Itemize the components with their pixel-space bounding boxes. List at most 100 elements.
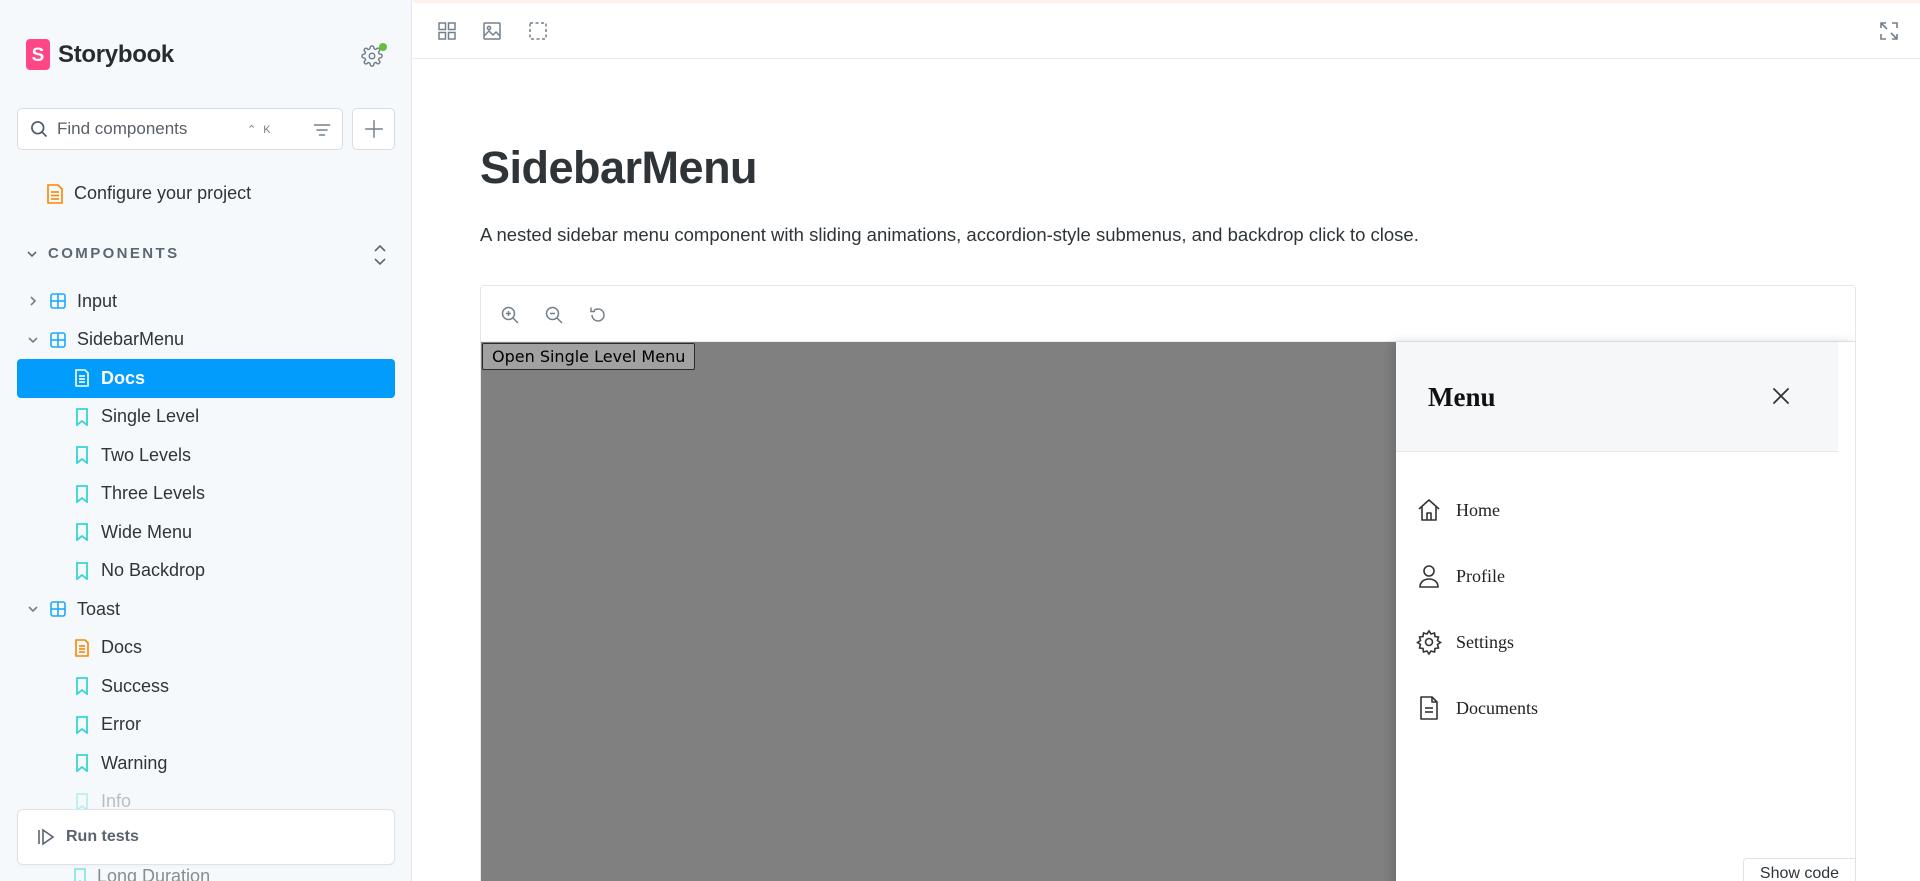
document-icon bbox=[75, 638, 89, 657]
configure-project-link[interactable]: Configure your project bbox=[46, 183, 251, 204]
tree-item-label: Docs bbox=[101, 367, 146, 388]
open-menu-button[interactable]: Open Single Level Menu bbox=[482, 343, 696, 370]
tree-item-label: SidebarMenu bbox=[77, 329, 185, 350]
tree-item-warning[interactable]: Warning bbox=[17, 744, 395, 783]
tree-item-docs[interactable]: Docs bbox=[17, 629, 395, 668]
tree-item-label: No Backdrop bbox=[101, 560, 206, 581]
tree-item-wide-menu[interactable]: Wide Menu bbox=[17, 513, 395, 552]
menu-item-settings[interactable]: Settings bbox=[1416, 622, 1816, 662]
configure-project-label: Configure your project bbox=[74, 183, 252, 203]
search-input[interactable] bbox=[57, 119, 247, 139]
sidebar: S Storybook ⌃ K Configure your project C… bbox=[0, 0, 412, 881]
component-icon bbox=[50, 293, 66, 310]
page-description: A nested sidebar menu component with sli… bbox=[480, 224, 1419, 245]
home-icon bbox=[1418, 499, 1440, 521]
tree-item-label: Input bbox=[77, 290, 118, 311]
story-preview: Open Single Level Menu Menu Home Profile bbox=[481, 342, 1855, 881]
chevron-down-icon bbox=[27, 250, 37, 257]
tree-item-docs[interactable]: Docs bbox=[17, 359, 395, 398]
search-box[interactable]: ⌃ K bbox=[17, 108, 343, 150]
sidebar-menu-panel: Menu Home Profile Settings Documents bbox=[1396, 342, 1855, 881]
storybook-logo-icon: S bbox=[26, 39, 50, 70]
tree-item-label: Long Duration bbox=[97, 866, 211, 881]
story-canvas: Open Single Level Menu Menu Home Profile bbox=[480, 285, 1856, 881]
chevron-right-icon bbox=[30, 296, 37, 306]
menu-title: Menu bbox=[1428, 382, 1496, 412]
user-icon bbox=[1419, 565, 1439, 588]
add-button[interactable] bbox=[352, 108, 395, 150]
tree-item-error[interactable]: Error bbox=[17, 706, 395, 745]
page-title: SidebarMenu bbox=[480, 142, 758, 193]
bookmark-icon bbox=[76, 523, 88, 542]
expand-collapse-icon[interactable] bbox=[370, 243, 390, 267]
document-icon bbox=[1420, 696, 1438, 720]
tree-item-toast[interactable]: Toast bbox=[17, 590, 395, 629]
tree-item-sidebarmenu[interactable]: SidebarMenu bbox=[17, 321, 395, 360]
components-section-header[interactable]: COMPONENTS bbox=[26, 244, 390, 266]
tree-item-label: Toast bbox=[77, 598, 121, 619]
menu-item-label: Documents bbox=[1456, 697, 1538, 718]
tree-item-label: Two Levels bbox=[101, 444, 192, 465]
filter-icon[interactable] bbox=[312, 120, 332, 140]
tree-item-single-level[interactable]: Single Level bbox=[17, 398, 395, 437]
measure-icon[interactable] bbox=[527, 20, 549, 42]
menu-item-profile[interactable]: Profile bbox=[1416, 556, 1816, 596]
menu-header: Menu bbox=[1396, 342, 1838, 452]
brand-name: Storybook bbox=[58, 40, 174, 68]
tree-item-no-backdrop[interactable]: No Backdrop bbox=[17, 552, 395, 591]
menu-item-label: Profile bbox=[1456, 565, 1505, 586]
tree-item-label: Wide Menu bbox=[101, 521, 193, 542]
tree-item-input[interactable]: Input bbox=[17, 282, 395, 321]
status-dot bbox=[379, 43, 387, 51]
settings-button[interactable] bbox=[358, 43, 388, 67]
tree-item-label: Three Levels bbox=[101, 483, 206, 504]
zoom-out-icon[interactable] bbox=[544, 305, 564, 325]
run-tests-label: Run tests bbox=[66, 828, 139, 845]
menu-item-label: Home bbox=[1456, 499, 1500, 520]
tree-item-two-levels[interactable]: Two Levels bbox=[17, 436, 395, 475]
brand[interactable]: S Storybook bbox=[26, 39, 174, 70]
bookmark-icon bbox=[76, 754, 88, 773]
tree-item-label: Error bbox=[101, 714, 141, 735]
tree-item-label: Success bbox=[101, 675, 170, 696]
component-tree: Input SidebarMenu Docs Single Level Two Leve… bbox=[17, 282, 395, 821]
show-code-button[interactable]: Show code bbox=[1743, 858, 1856, 881]
bookmark-icon bbox=[76, 446, 88, 465]
tree-item-success[interactable]: Success bbox=[17, 667, 395, 706]
component-icon bbox=[50, 331, 66, 348]
search-icon bbox=[31, 121, 48, 138]
tree-item-long-duration[interactable]: Long Duration bbox=[73, 866, 210, 881]
tree-item-three-levels[interactable]: Three Levels bbox=[17, 475, 395, 514]
menu-item-documents[interactable]: Documents bbox=[1416, 688, 1816, 728]
bookmark-icon bbox=[76, 677, 88, 696]
canvas-toolbar bbox=[481, 286, 1855, 342]
zoom-in-icon[interactable] bbox=[500, 305, 520, 325]
fullscreen-icon[interactable] bbox=[1878, 20, 1900, 42]
bookmark-icon bbox=[74, 867, 86, 881]
grid-icon[interactable] bbox=[436, 20, 458, 42]
document-icon bbox=[75, 369, 89, 388]
settings-icon bbox=[1416, 629, 1442, 655]
tree-item-label: Single Level bbox=[101, 406, 200, 427]
search-shortcut: ⌃ K bbox=[247, 123, 273, 136]
close-icon[interactable] bbox=[1767, 382, 1795, 410]
run-tests-button[interactable]: Run tests bbox=[17, 809, 395, 865]
reset-zoom-icon[interactable] bbox=[588, 305, 608, 325]
menu-item-label: Settings bbox=[1456, 631, 1515, 652]
bookmark-icon bbox=[76, 484, 88, 503]
bookmark-icon bbox=[76, 407, 88, 426]
menu-item-home[interactable]: Home bbox=[1416, 490, 1816, 530]
chevron-down-icon bbox=[28, 337, 38, 343]
component-icon bbox=[50, 601, 66, 618]
document-icon bbox=[47, 183, 63, 204]
plus-icon bbox=[364, 120, 383, 138]
section-title: COMPONENTS bbox=[48, 245, 180, 262]
preview-toolbar bbox=[413, 0, 1920, 59]
tree-item-label: Docs bbox=[101, 637, 143, 658]
bookmark-icon bbox=[76, 715, 88, 734]
bookmark-icon bbox=[76, 561, 88, 580]
image-icon[interactable] bbox=[481, 20, 503, 42]
tree-item-label: Warning bbox=[101, 752, 168, 773]
chevron-down-icon bbox=[28, 606, 38, 613]
play-icon bbox=[38, 828, 55, 846]
